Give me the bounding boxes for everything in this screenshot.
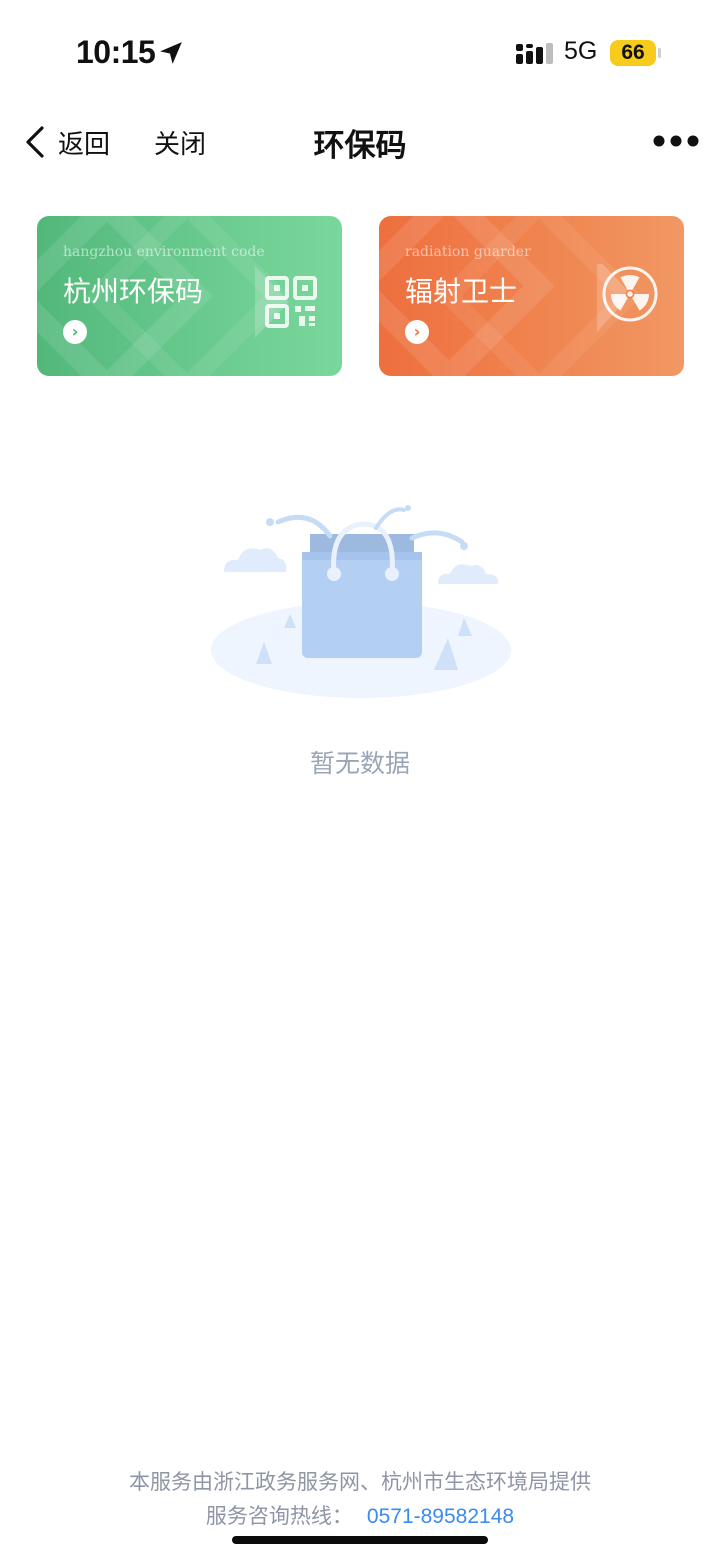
empty-bag-icon (211, 505, 511, 698)
more-options-icon[interactable] (652, 134, 700, 148)
card-subtitle: radiation guarder (405, 244, 531, 260)
env-code-card[interactable]: hangzhou environment code 杭州环保码 › (37, 216, 342, 376)
status-time: 10:15 (76, 34, 156, 70)
empty-state-text: 暂无数据 (309, 749, 410, 778)
card-subtitle: hangzhou environment code (63, 244, 265, 260)
battery-level: 66 (621, 41, 645, 64)
location-arrow-icon (160, 42, 182, 64)
home-indicator[interactable] (232, 1536, 488, 1544)
footer-hotline: 服务咨询热线： 0571-89582148 (0, 1500, 720, 1530)
card-title: 辐射卫士 (405, 275, 518, 308)
card-title: 杭州环保码 (63, 275, 204, 308)
hotline-label: 服务咨询热线： (205, 1504, 353, 1528)
arrow-right-icon: › (63, 320, 87, 344)
network-type: 5G (564, 37, 598, 65)
radiation-guard-card[interactable]: radiation guarder 辐射卫士 › (379, 216, 684, 376)
hotline-number-link[interactable]: 0571-89582148 (367, 1505, 514, 1528)
footer-provider: 本服务由浙江政务服务网、杭州市生态环境局提供 (129, 1470, 591, 1494)
arrow-right-icon: › (405, 320, 429, 344)
status-bar: 10:15 5G 66 (0, 0, 720, 100)
battery-icon: 66 (610, 40, 656, 66)
qr-code-icon (255, 266, 317, 338)
nav-bar: 返回 关闭 环保码 (0, 100, 720, 180)
radiation-icon (597, 264, 658, 332)
page-title: 环保码 (313, 128, 407, 164)
battery-tip (658, 48, 661, 58)
cellular-signal-icon (516, 43, 553, 64)
